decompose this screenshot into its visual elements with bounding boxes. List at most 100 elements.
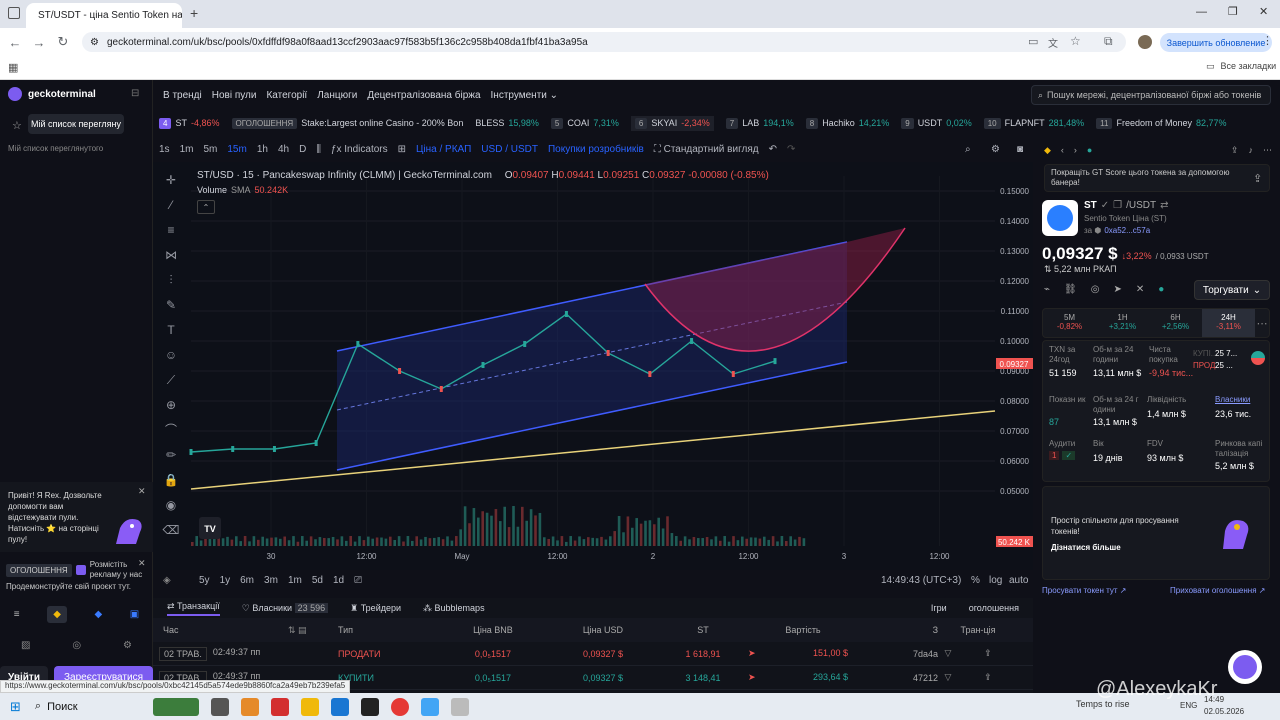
interval-5m[interactable]: 5m	[203, 144, 217, 155]
tf-more-icon[interactable]: ⋯	[1255, 309, 1269, 337]
x-icon[interactable]: ✕	[1136, 284, 1144, 295]
ticker-item[interactable]: 10 FLAPNFT 281,48%	[983, 117, 1084, 129]
hide-ad-link[interactable]: Приховати оголошення ↗	[1170, 586, 1265, 595]
drawing-tool-icon[interactable]: ⟋	[167, 373, 176, 387]
col-type[interactable]: Тип	[338, 625, 438, 635]
percent-toggle[interactable]: %	[971, 575, 980, 586]
all-bookmarks[interactable]: ▭ Все закладки	[1206, 61, 1276, 72]
swap-icon[interactable]: ⇄	[1160, 200, 1168, 211]
collapse-legend-icon[interactable]: ⌃	[197, 200, 215, 214]
website-icon[interactable]: ⌁	[1044, 284, 1050, 295]
undo-icon[interactable]: ↶	[769, 144, 777, 155]
next-icon[interactable]: ›	[1074, 145, 1077, 155]
drawing-tool-icon[interactable]: ✎	[166, 298, 176, 312]
candle-type-icon[interactable]: ⫼	[316, 144, 321, 155]
range-1m[interactable]: 1m	[288, 575, 302, 586]
drawing-tool-icon[interactable]: ⫶	[169, 273, 172, 287]
ticker-item[interactable]: 4 ST -4,86%	[159, 117, 220, 129]
discord-icon[interactable]: ◎	[72, 640, 81, 651]
ticker-item[interactable]: BLESS 15,98%	[475, 118, 539, 128]
translate-icon[interactable]: 文	[1048, 35, 1058, 50]
token-address[interactable]: 0xa52...c57a	[1104, 226, 1150, 235]
mail-icon[interactable]	[331, 697, 350, 716]
col-st[interactable]: ST	[658, 625, 748, 635]
drawing-tool-icon[interactable]: 🔒	[164, 473, 179, 487]
site-info-icon[interactable]: ⚙	[90, 37, 99, 48]
more-icon[interactable]: ⋯	[1263, 145, 1272, 156]
date-range-icon[interactable]: ⎚	[354, 575, 362, 586]
nav-new-pools[interactable]: Нові пули	[212, 90, 257, 101]
col-price-bnb[interactable]: Ціна BNB	[438, 625, 548, 635]
col-time[interactable]: Час	[153, 625, 288, 635]
discord-link-icon[interactable]: ◎	[1091, 284, 1100, 295]
coingecko-icon[interactable]: ●	[1158, 284, 1164, 295]
task-view-icon[interactable]	[211, 697, 230, 716]
interval-15m[interactable]: 15m	[227, 144, 246, 155]
interval-1s[interactable]: 1s	[159, 144, 170, 155]
tf-24h[interactable]: 24Н -3,11%	[1202, 309, 1255, 337]
ticker-item[interactable]: 11 Freedom of Money 82,77%	[1096, 117, 1227, 129]
logo[interactable]: geckoterminal	[8, 87, 96, 101]
app4-icon[interactable]	[451, 697, 470, 716]
bookmark-star-icon[interactable]: ☆	[1070, 34, 1081, 48]
row-from[interactable]: 7da4a	[858, 649, 938, 659]
nav-trending[interactable]: В тренді	[163, 90, 202, 101]
nav-categories[interactable]: Категорії	[266, 90, 307, 101]
community-card[interactable]: Простір спільноти для просування токенів…	[1042, 486, 1270, 580]
reload-icon[interactable]: ↻	[51, 34, 75, 50]
square-icon[interactable]: ▣	[130, 609, 139, 620]
prev-icon[interactable]: ‹	[1061, 145, 1064, 155]
drawing-tool-icon[interactable]: ⌒	[165, 423, 177, 437]
chain-icon[interactable]: ◆	[94, 609, 102, 620]
alert-icon[interactable]: ♪	[1249, 145, 1254, 155]
col-value[interactable]: Вартість	[748, 625, 858, 635]
chat-bubble-button[interactable]	[1228, 650, 1262, 684]
interval-1h[interactable]: 1h	[257, 144, 268, 155]
tab-bubblemaps[interactable]: ⁂ Bubblemaps	[423, 603, 485, 614]
drawing-tool-icon[interactable]: ✏	[166, 448, 176, 462]
ticker-item[interactable]: 8 Hachiko 14,21%	[805, 117, 889, 129]
copilot-icon[interactable]	[241, 697, 260, 716]
replay-icon[interactable]: ⌕	[965, 144, 971, 155]
ticker-item[interactable]: 9 USDT 0,02%	[901, 117, 972, 129]
external-tx-icon[interactable]: ⇪	[958, 672, 1018, 683]
view-button[interactable]: ⛶ Стандартний вигляд	[654, 144, 759, 155]
screenshot-icon[interactable]: ◙	[1017, 144, 1023, 155]
drawing-tool-icon[interactable]: ◉	[166, 498, 176, 512]
interval-1m[interactable]: 1m	[180, 144, 194, 155]
menu-icon[interactable]: ≡	[14, 609, 20, 620]
ticker-item[interactable]: 6 SKYAI -2,34%	[630, 115, 714, 131]
tab-list-icon[interactable]	[8, 7, 20, 19]
ticker-item[interactable]: 7 LAB 194,1%	[725, 117, 794, 129]
col-from[interactable]: З	[858, 625, 938, 635]
table-row[interactable]: 02 ТРАВ. 02:49:37 пп ПРОДАТИ 0,0₅1517 0,0…	[153, 642, 1033, 666]
range-3m[interactable]: 3m	[264, 575, 278, 586]
close-ad-icon[interactable]: ✕	[138, 558, 146, 569]
settings-icon[interactable]: ⚙	[123, 640, 132, 651]
lang-indicator[interactable]: ENG	[1180, 701, 1197, 710]
promote-token-link[interactable]: Просувати токен тут ↗	[1042, 586, 1126, 595]
clock-date[interactable]: 02.05.2026	[1204, 707, 1244, 716]
price-mcap-toggle[interactable]: Ціна / РКАП	[416, 144, 471, 155]
tf-6h[interactable]: 6Н +2,56%	[1149, 309, 1202, 337]
chart-settings-icon[interactable]: ⚙	[991, 144, 1000, 155]
interval-4h[interactable]: 4h	[278, 144, 289, 155]
url-field[interactable]: ⚙ geckoterminal.com/uk/bsc/pools/0xfdffd…	[82, 32, 1126, 52]
explorer-icon[interactable]	[301, 697, 320, 716]
taskbar-search[interactable]: Поиск	[47, 701, 147, 713]
drawing-tool-icon[interactable]: ⊕	[166, 398, 176, 412]
range-1d[interactable]: 1d	[333, 575, 344, 586]
app3-icon[interactable]	[421, 697, 440, 716]
games-link[interactable]: Ігри	[931, 603, 947, 613]
sort-icons[interactable]: ⇅ ▤	[288, 625, 338, 636]
layout-icon[interactable]: ⊞	[398, 144, 406, 155]
forward-icon[interactable]: →	[27, 35, 51, 50]
row-from[interactable]: 47212	[858, 673, 938, 683]
close-rex-icon[interactable]: ✕	[138, 486, 146, 497]
drawing-tool-icon[interactable]: ≡	[167, 223, 174, 237]
start-icon[interactable]: ⊞	[10, 699, 21, 715]
indicators-button[interactable]: ƒx Indicators	[331, 144, 388, 155]
col-tx[interactable]: Тран-ція	[938, 625, 1018, 635]
nav-tools[interactable]: Інструменти ⌄	[491, 90, 559, 101]
close-window-icon[interactable]: ✕	[1259, 5, 1268, 18]
